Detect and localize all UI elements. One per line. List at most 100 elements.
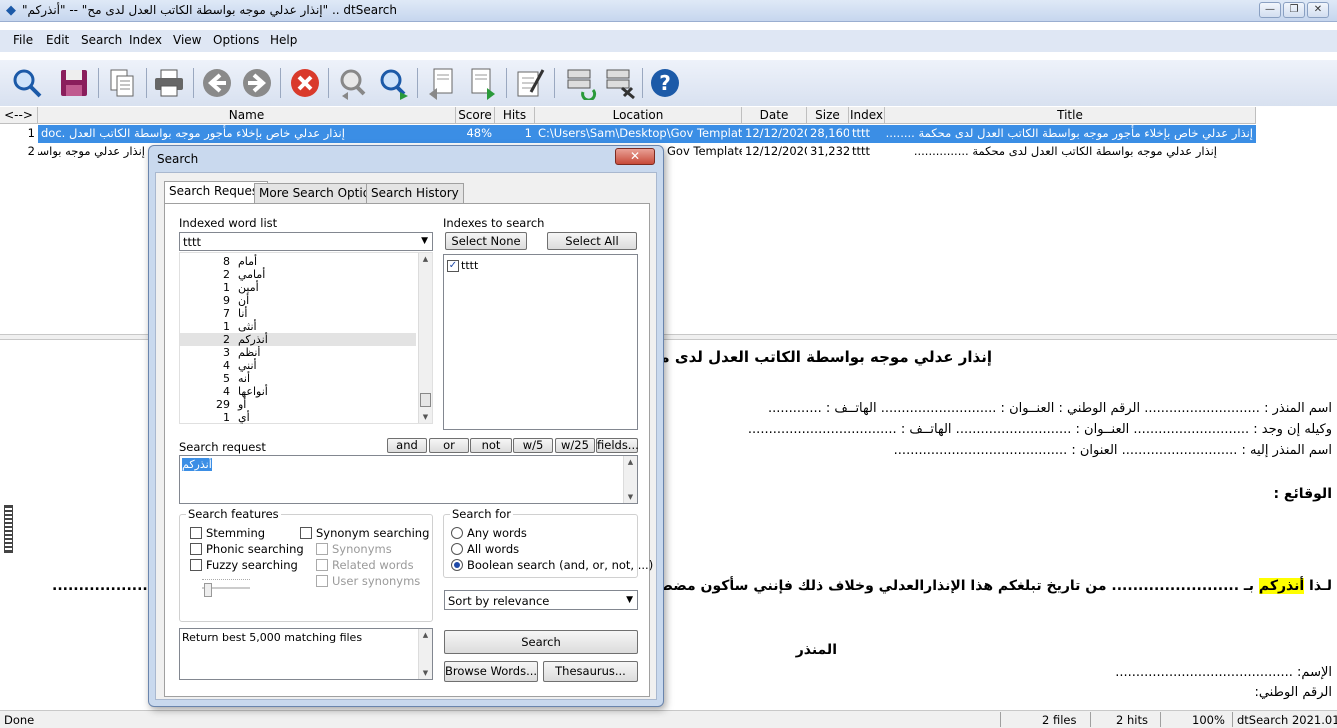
menu-edit[interactable]: Edit	[46, 33, 69, 47]
fuzziness-slider[interactable]	[202, 577, 250, 599]
list-item[interactable]: 2 أنذركم	[180, 333, 416, 346]
column-index[interactable]: Index	[849, 107, 885, 124]
back-icon[interactable]	[198, 64, 236, 102]
stop-icon[interactable]	[286, 64, 324, 102]
thesaurus-button[interactable]: Thesaurus...	[543, 661, 638, 682]
scroll-down-icon[interactable]: ▼	[419, 667, 432, 679]
close-window-button[interactable]: ✕	[1307, 2, 1329, 18]
index-checkbox[interactable]: ✓	[447, 260, 459, 272]
slider-thumb[interactable]	[204, 583, 212, 597]
fields-button[interactable]: fields...	[596, 438, 639, 453]
search-icon[interactable]	[8, 64, 46, 102]
list-item[interactable]: 4 أنواعها	[180, 385, 416, 398]
search-features-group: Search features Stemming Phonic searchin…	[179, 507, 433, 622]
column-date[interactable]: Date	[742, 107, 807, 124]
list-item[interactable]: 4 أنني	[180, 359, 416, 372]
update-index-icon[interactable]	[561, 64, 599, 102]
column-title[interactable]: Title	[885, 107, 1256, 124]
next-hit-icon[interactable]	[374, 64, 412, 102]
list-item[interactable]: 3 أنظم	[180, 346, 416, 359]
previous-document-icon[interactable]	[423, 64, 461, 102]
column-hits[interactable]: Hits	[495, 107, 535, 124]
scroll-thumb[interactable]	[420, 393, 431, 407]
synonym-checkbox[interactable]	[300, 527, 312, 539]
list-item[interactable]: 1 أمين	[180, 281, 416, 294]
tab-search-history[interactable]: Search History	[366, 183, 464, 203]
related-words-checkbox[interactable]	[316, 559, 328, 571]
row-hits: 1	[495, 125, 535, 143]
return-best-box[interactable]: Return best 5,000 matching files ▲ ▼	[179, 628, 433, 680]
menu-help[interactable]: Help	[270, 33, 297, 47]
word-count: 5	[223, 372, 230, 385]
edit-document-icon[interactable]	[511, 64, 549, 102]
any-words-radio[interactable]	[451, 527, 463, 539]
w5-button[interactable]: w/5	[513, 438, 553, 453]
boolean-search-radio[interactable]	[451, 559, 463, 571]
column-name[interactable]: Name	[38, 107, 456, 124]
scroll-up-icon[interactable]: ▲	[419, 629, 432, 641]
stemming-checkbox[interactable]	[190, 527, 202, 539]
indexes-list[interactable]: ✓ tttt	[443, 254, 638, 430]
minimize-button[interactable]: —	[1259, 2, 1281, 18]
table-row[interactable]: 1 إنذار عدلي خاص بإخلاء مأجور موجه بواسط…	[0, 125, 1256, 143]
browse-words-button[interactable]: Browse Words...	[444, 661, 538, 682]
not-button[interactable]: not	[470, 438, 512, 453]
list-item[interactable]: 5 أنه	[180, 372, 416, 385]
synonyms-checkbox[interactable]	[316, 543, 328, 555]
sort-dropdown[interactable]: Sort by relevance ▼	[444, 590, 638, 610]
scroll-up-icon[interactable]: ▲	[624, 456, 637, 468]
word-list[interactable]: 1 أي 29 أو 4 أنواعها 5 أنه 4 أنني 3 أنظم 2 أنذركم 1 أنث…	[179, 252, 433, 424]
print-icon[interactable]	[150, 64, 188, 102]
word-count: 2	[223, 268, 230, 281]
index-manager-icon[interactable]	[600, 64, 638, 102]
list-item[interactable]: 8 أمام	[180, 255, 416, 268]
app-icon: ◆	[6, 3, 16, 18]
return-best-scrollbar[interactable]: ▲ ▼	[418, 629, 432, 679]
chevron-down-icon: ▼	[626, 595, 633, 605]
maximize-button[interactable]: ❐	[1283, 2, 1305, 18]
scroll-down-icon[interactable]: ▼	[419, 411, 432, 423]
scroll-down-icon[interactable]: ▼	[624, 491, 637, 503]
phonic-checkbox[interactable]	[190, 543, 202, 555]
search-button[interactable]: Search	[444, 630, 638, 654]
select-none-button[interactable]: Select None	[445, 232, 527, 250]
column-location[interactable]: Location	[535, 107, 742, 124]
index-dropdown[interactable]: tttt ▼	[179, 232, 433, 251]
column-num[interactable]: <-->	[0, 107, 38, 124]
search-request-input[interactable]: أنذركم ▲ ▼	[179, 455, 638, 504]
list-item[interactable]: 7 أنا	[180, 307, 416, 320]
column-score[interactable]: Score	[456, 107, 495, 124]
user-synonyms-checkbox[interactable]	[316, 575, 328, 587]
list-item[interactable]: 29 أو	[180, 398, 416, 411]
dialog-close-button[interactable]: ✕	[615, 148, 655, 165]
word-list-scrollbar[interactable]: ▲ ▼	[418, 253, 432, 423]
menu-index[interactable]: Index	[129, 33, 162, 47]
list-item[interactable]: 9 أن	[180, 294, 416, 307]
menu-view[interactable]: View	[173, 33, 201, 47]
and-button[interactable]: and	[387, 438, 427, 453]
list-item[interactable]: 1 أي	[180, 411, 416, 424]
next-document-icon[interactable]	[463, 64, 501, 102]
request-scrollbar[interactable]: ▲ ▼	[623, 456, 637, 503]
forward-icon[interactable]	[238, 64, 276, 102]
tab-search-request[interactable]: Search Request	[164, 181, 268, 204]
menu-options[interactable]: Options	[213, 33, 259, 47]
copy-icon[interactable]	[103, 64, 141, 102]
w25-button[interactable]: w/25	[555, 438, 595, 453]
save-icon[interactable]	[55, 64, 93, 102]
help-icon[interactable]: ?	[646, 64, 684, 102]
fuzzy-checkbox[interactable]	[190, 559, 202, 571]
scroll-up-icon[interactable]: ▲	[419, 253, 432, 265]
list-item[interactable]: 2 أمامي	[180, 268, 416, 281]
menu-file[interactable]: File	[13, 33, 33, 47]
column-size[interactable]: Size	[807, 107, 849, 124]
resize-grip-icon[interactable]	[4, 505, 13, 553]
word-text: أمامي	[238, 268, 266, 281]
previous-hit-icon[interactable]	[334, 64, 372, 102]
select-all-button[interactable]: Select All	[547, 232, 637, 250]
all-words-radio[interactable]	[451, 543, 463, 555]
status-zoom: 100%	[1192, 713, 1225, 727]
list-item[interactable]: 1 أنثى	[180, 320, 416, 333]
or-button[interactable]: or	[429, 438, 469, 453]
menu-search[interactable]: Search	[81, 33, 122, 47]
